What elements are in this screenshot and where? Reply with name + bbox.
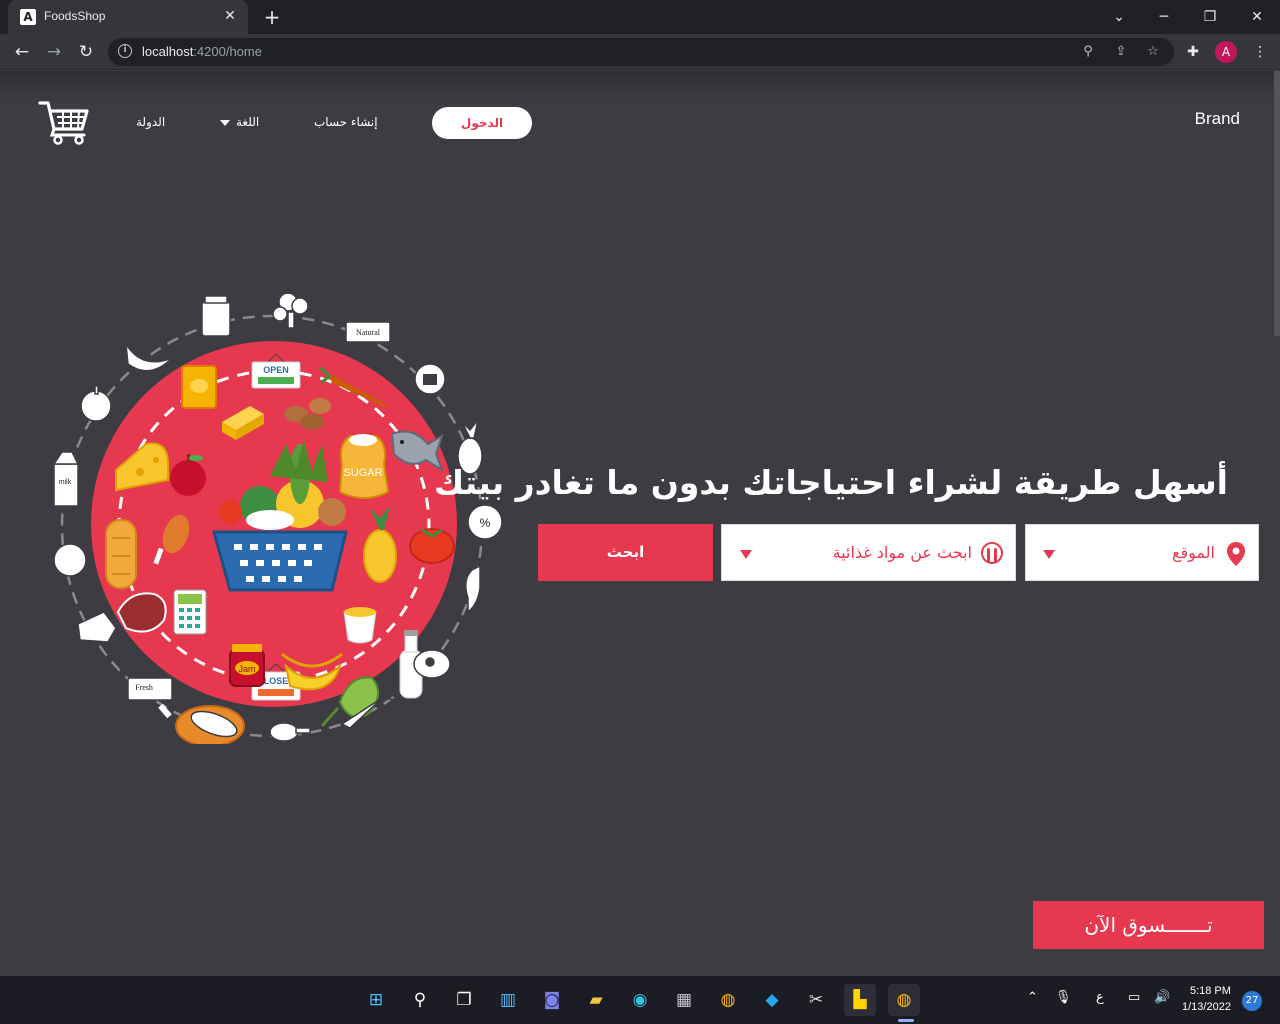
language-label: اللغة bbox=[236, 115, 260, 129]
yogurt-cup-icon bbox=[343, 607, 377, 644]
restore-icon[interactable]: ❐ bbox=[1198, 6, 1222, 28]
shopping-cart-icon[interactable] bbox=[38, 99, 90, 145]
active-app-indicator bbox=[898, 1019, 914, 1022]
food-category-icon bbox=[981, 542, 1003, 564]
windows-taskbar: ⊞ ⚲ ❐ ▥ ◙ ▰ ◉ ▦ ◍ ◆ ✂ ▙ ◍ ⌃ 🎙 ع ▭ 🔊 5:18… bbox=[0, 976, 1280, 1024]
url-path: :4200/home bbox=[193, 44, 262, 59]
edge-browser-icon[interactable]: ◉ bbox=[624, 984, 656, 1016]
grocery-illustration: OPEN CLOSED SUGAR Jam Natural % Fresh mi… bbox=[52, 294, 503, 744]
location-label: الموقع bbox=[1172, 543, 1215, 562]
food-search-select[interactable]: ابحث عن مواد غذائية bbox=[721, 524, 1016, 581]
country-link[interactable]: الدولة bbox=[136, 115, 165, 129]
natural-text: Natural bbox=[356, 328, 381, 337]
microphone-icon[interactable]: 🎙 bbox=[1055, 990, 1072, 1005]
caret-down-icon bbox=[1043, 550, 1055, 559]
widgets-icon[interactable]: ▥ bbox=[492, 984, 524, 1016]
browser-toolbar: ← → ↻ i localhost:4200/home ⚲ ⇪ ☆ ✚ A ⋮ bbox=[0, 34, 1280, 70]
fish-outline-icon bbox=[465, 564, 481, 614]
site-info-icon[interactable]: i bbox=[118, 44, 132, 58]
file-explorer-icon[interactable]: ▰ bbox=[580, 984, 612, 1016]
login-button[interactable]: الدخول bbox=[432, 107, 532, 139]
task-view-icon[interactable]: ❐ bbox=[448, 984, 480, 1016]
input-language[interactable]: ع bbox=[1096, 990, 1104, 1005]
discount-badge-icon: % bbox=[467, 504, 503, 540]
jam-text: Jam bbox=[238, 664, 255, 674]
tomato-outline-icon bbox=[53, 543, 87, 577]
fresh-text: Fresh bbox=[135, 683, 153, 692]
broccoli-icon bbox=[272, 294, 309, 329]
start-menu-icon[interactable]: ⊞ bbox=[360, 984, 392, 1016]
tomato-icon bbox=[409, 528, 455, 564]
jam-jar-icon: Jam bbox=[229, 644, 265, 687]
snipping-tool-icon[interactable]: ✂ bbox=[800, 984, 832, 1016]
open-sign-text: OPEN bbox=[263, 365, 289, 375]
back-icon[interactable]: ← bbox=[10, 40, 34, 64]
address-bar[interactable]: i localhost:4200/home ⚲ ⇪ ☆ bbox=[108, 38, 1174, 66]
search-icon[interactable]: ⚲ bbox=[404, 984, 436, 1016]
sugar-bag-icon: SUGAR bbox=[338, 434, 390, 499]
teams-chat-icon[interactable]: ◙ bbox=[536, 984, 568, 1016]
minimize-icon[interactable]: ─ bbox=[1152, 6, 1176, 28]
fresh-label-icon: Fresh bbox=[127, 677, 173, 701]
network-icon[interactable]: ▭ bbox=[1128, 990, 1140, 1005]
sugar-text: SUGAR bbox=[343, 467, 382, 479]
calculator-icon bbox=[173, 589, 207, 635]
new-tab-icon[interactable]: + bbox=[260, 5, 284, 29]
ham-icon bbox=[413, 649, 451, 679]
milk-text: milk bbox=[59, 479, 72, 486]
jam-jar-outline-icon bbox=[201, 295, 231, 337]
volume-icon[interactable]: 🔊 bbox=[1154, 990, 1170, 1005]
shop-now-button[interactable]: تـــــــسوق الآن bbox=[1033, 901, 1264, 949]
bookmark-star-icon[interactable]: ☆ bbox=[1143, 42, 1163, 62]
scrollbar[interactable] bbox=[1274, 71, 1280, 336]
notification-badge[interactable]: 27 bbox=[1242, 991, 1262, 1011]
percent-text: % bbox=[480, 516, 491, 530]
chrome-icon[interactable]: ◍ bbox=[712, 984, 744, 1016]
close-tab-icon[interactable]: ✕ bbox=[222, 8, 238, 24]
browser-tab[interactable]: A FoodsShop ✕ bbox=[8, 0, 248, 34]
page-content: Brand الدخول إنشاء حساب اللغة الدولة OPE… bbox=[0, 71, 1280, 976]
apple-outline-icon bbox=[80, 385, 112, 422]
share-icon[interactable]: ⇪ bbox=[1111, 42, 1131, 62]
angular-favicon-icon: A bbox=[20, 9, 36, 25]
vscode-icon[interactable]: ◆ bbox=[756, 984, 788, 1016]
microsoft-store-icon[interactable]: ▦ bbox=[668, 984, 700, 1016]
extensions-icon[interactable]: ✚ bbox=[1181, 40, 1205, 64]
show-hidden-icons-chevron-icon[interactable]: ⌃ bbox=[1027, 990, 1038, 1005]
gift-badge-icon bbox=[414, 363, 446, 395]
url-text: localhost:4200/home bbox=[142, 44, 262, 59]
clock-time: 5:18 PM bbox=[1189, 985, 1231, 997]
natural-label-icon: Natural bbox=[345, 321, 391, 343]
sticky-notes-icon[interactable]: ▙ bbox=[844, 984, 876, 1016]
location-select[interactable]: الموقع bbox=[1025, 524, 1259, 581]
drumstick-outline-icon bbox=[269, 722, 311, 742]
food-search-label: ابحث عن مواد غذائية bbox=[832, 543, 972, 562]
bread-loaf-icon bbox=[105, 519, 137, 589]
clock-date: 1/13/2022 bbox=[1182, 1001, 1231, 1013]
forward-icon[interactable]: → bbox=[42, 40, 66, 64]
tab-strip: A FoodsShop ✕ + ⌄ ─ ❐ ✕ bbox=[0, 0, 1280, 34]
reload-icon[interactable]: ↻ bbox=[74, 40, 98, 64]
tab-search-chevron-icon[interactable]: ⌄ bbox=[1107, 6, 1131, 28]
caret-down-icon bbox=[740, 550, 752, 559]
language-dropdown[interactable]: اللغة bbox=[220, 115, 259, 129]
chips-bag-icon bbox=[181, 365, 217, 409]
search-button[interactable]: ابحث bbox=[538, 524, 713, 581]
hero-headline: أسهل طريقة لشراء احتياجاتك بدون ما تغادر… bbox=[434, 463, 1228, 502]
brand-logo[interactable]: Brand bbox=[1195, 109, 1240, 129]
location-pin-icon bbox=[1227, 542, 1245, 566]
tab-title: FoodsShop bbox=[44, 9, 106, 23]
zoom-icon[interactable]: ⚲ bbox=[1078, 42, 1098, 62]
signup-link[interactable]: إنشاء حساب bbox=[314, 115, 378, 129]
chrome-profile-icon[interactable]: ◍ bbox=[888, 984, 920, 1016]
caret-down-icon bbox=[220, 119, 230, 126]
milk-carton-icon: milk bbox=[52, 451, 80, 507]
close-window-icon[interactable]: ✕ bbox=[1245, 6, 1269, 28]
system-clock[interactable]: 5:18 PM 1/13/2022 bbox=[1182, 983, 1231, 1015]
banana-icon bbox=[125, 343, 173, 372]
menu-kebab-icon[interactable]: ⋮ bbox=[1248, 40, 1272, 64]
profile-avatar[interactable]: A bbox=[1215, 41, 1237, 63]
